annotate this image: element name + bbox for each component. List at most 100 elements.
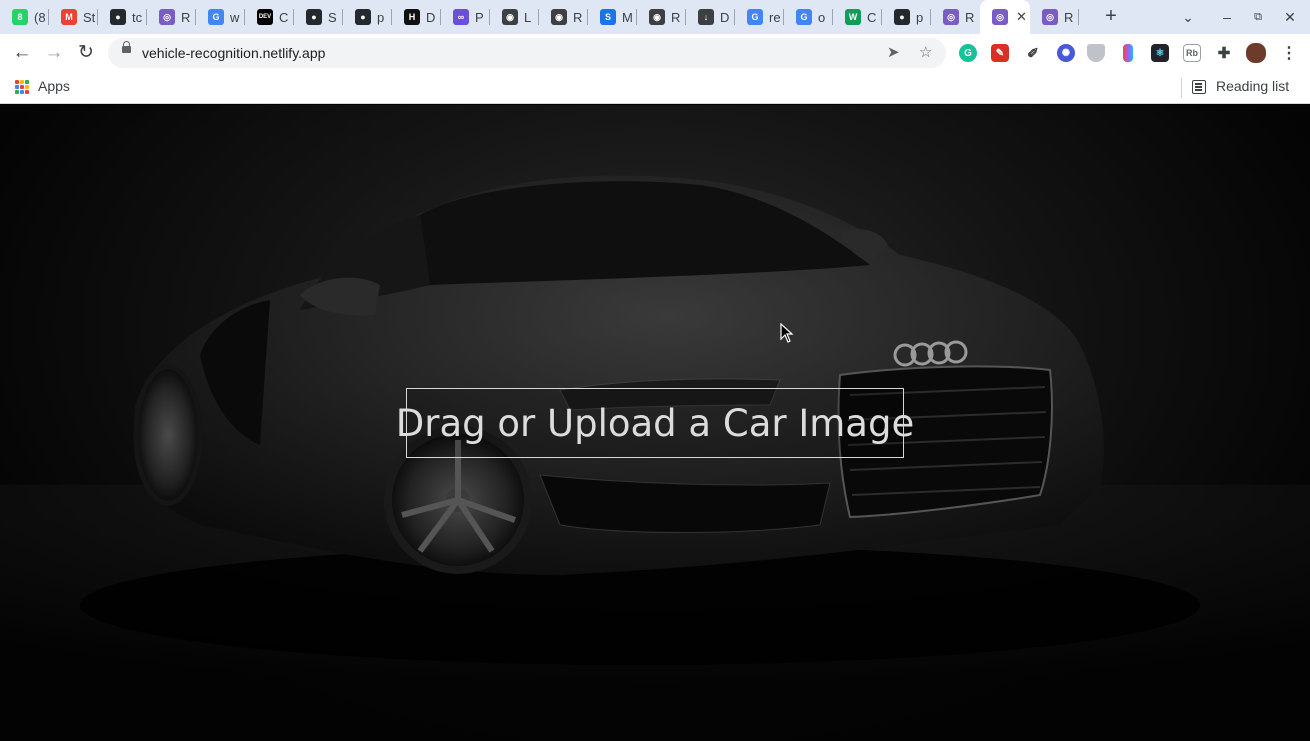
globe-icon: ◉ bbox=[649, 9, 665, 25]
browser-tab[interactable]: M St bbox=[49, 0, 98, 34]
tab-title: L bbox=[524, 9, 532, 25]
upload-label[interactable]: Drag or Upload a Car Image bbox=[396, 402, 914, 445]
browser-tab[interactable]: ◎ R bbox=[931, 0, 980, 34]
figma-icon[interactable] bbox=[1123, 44, 1133, 62]
gmail-icon: M bbox=[61, 9, 77, 25]
apps-bookmark[interactable]: Apps bbox=[38, 78, 70, 94]
tab-title: R bbox=[573, 9, 583, 25]
globe-icon: ◉ bbox=[502, 9, 518, 25]
github-icon: ● bbox=[306, 9, 322, 25]
extension-badge-icon[interactable]: ✺ bbox=[1057, 44, 1075, 62]
tab-title: R bbox=[181, 9, 191, 25]
browser-tab[interactable]: ∞ P bbox=[441, 0, 490, 34]
stripe-icon: S bbox=[600, 9, 616, 25]
browser-tab[interactable]: WC bbox=[833, 0, 882, 34]
page-background: Drag or Upload a Car Image bbox=[0, 105, 1310, 741]
browser-tab[interactable]: DEV C bbox=[245, 0, 294, 34]
tab-list: 8 (8 M St ● tc ◎ R Gw DEV C ● S ● p H D ∞ P ◉ L ◉ R S M ◉ R ↓ D Gre Go… bbox=[0, 0, 1079, 34]
github-icon: ● bbox=[355, 9, 371, 25]
tab-title: tc bbox=[132, 9, 143, 25]
shield-icon[interactable] bbox=[1087, 44, 1105, 62]
browser-tab[interactable]: ◉ R bbox=[637, 0, 686, 34]
browser-tab[interactable]: ◎ R bbox=[1030, 0, 1079, 34]
tab-title: St bbox=[83, 9, 95, 25]
menu-kebab-icon[interactable]: ⋮ bbox=[1280, 44, 1298, 62]
tab-title: R bbox=[1064, 9, 1074, 25]
address-bar[interactable]: vehicle-recognition.netlify.app ➤ ☆ bbox=[108, 38, 946, 68]
lock-icon[interactable] bbox=[122, 41, 131, 53]
send-tab-icon[interactable]: ➤ bbox=[887, 43, 900, 61]
react-app-icon: ◎ bbox=[943, 9, 959, 25]
patreon-icon: ∞ bbox=[453, 9, 469, 25]
upload-dropzone[interactable]: Drag or Upload a Car Image bbox=[396, 388, 914, 458]
react-app-icon: ◎ bbox=[992, 9, 1008, 25]
reload-icon[interactable]: ↻ bbox=[73, 41, 99, 65]
bookmark-star-icon[interactable]: ☆ bbox=[919, 43, 932, 61]
browser-toolbar: ← → ↻ vehicle-recognition.netlify.app ➤ … bbox=[0, 34, 1310, 72]
browser-tab[interactable]: 8 (8 bbox=[0, 0, 49, 34]
tab-title: R bbox=[671, 9, 681, 25]
bookmarks-bar: Apps Reading list bbox=[0, 72, 1310, 104]
tab-search-icon[interactable]: ⌄ bbox=[1180, 0, 1196, 34]
tab-title: D bbox=[426, 9, 436, 25]
apps-grid-icon[interactable] bbox=[15, 80, 29, 94]
browser-tab[interactable]: SM bbox=[588, 0, 637, 34]
grammarly-icon[interactable]: G bbox=[959, 44, 977, 62]
reading-list-icon[interactable] bbox=[1192, 80, 1206, 94]
back-icon[interactable]: ← bbox=[9, 41, 35, 65]
hashnode-icon: H bbox=[404, 9, 420, 25]
new-tab-button[interactable]: + bbox=[1101, 6, 1121, 28]
tab-title: o bbox=[818, 9, 826, 25]
reader-icon[interactable]: Rb bbox=[1183, 44, 1201, 62]
dev-icon: DEV bbox=[257, 9, 273, 25]
tab-title: D bbox=[720, 9, 730, 25]
tab-title: C bbox=[279, 9, 289, 25]
tab-title: w bbox=[230, 9, 240, 25]
browser-tab[interactable]: ◎ R bbox=[147, 0, 196, 34]
tab-title: p bbox=[377, 9, 385, 25]
browser-tab[interactable]: ◉ L bbox=[490, 0, 539, 34]
close-window-icon[interactable]: ✕ bbox=[1283, 0, 1297, 34]
browser-tab[interactable]: ● S bbox=[294, 0, 343, 34]
github-icon: ● bbox=[110, 9, 126, 25]
browser-tab[interactable]: ● tc bbox=[98, 0, 147, 34]
tab-title: M bbox=[622, 9, 633, 25]
tab-title: S bbox=[328, 9, 337, 25]
react-app-icon: ◎ bbox=[159, 9, 175, 25]
whatsapp-icon: 8 bbox=[12, 9, 28, 25]
browser-tab[interactable]: ◉ R bbox=[539, 0, 588, 34]
restore-icon[interactable]: ⧉ bbox=[1251, 0, 1265, 34]
bookmark-separator bbox=[1181, 78, 1182, 98]
url-text[interactable]: vehicle-recognition.netlify.app bbox=[142, 45, 325, 61]
forward-icon[interactable]: → bbox=[41, 41, 67, 65]
browser-tab[interactable]: ● p bbox=[343, 0, 392, 34]
globe-icon: ◉ bbox=[551, 9, 567, 25]
eyedropper-icon[interactable]: ✐ bbox=[1024, 44, 1042, 62]
browser-tab[interactable]: Go bbox=[784, 0, 833, 34]
browser-tab[interactable]: Gw bbox=[196, 0, 245, 34]
tab-title: (8 bbox=[34, 9, 46, 25]
avatar[interactable] bbox=[1246, 43, 1266, 63]
github-icon: ● bbox=[894, 9, 910, 25]
browser-tab[interactable]: HD bbox=[392, 0, 441, 34]
react-app-icon: ◎ bbox=[1042, 9, 1058, 25]
minimize-icon[interactable]: – bbox=[1220, 0, 1234, 34]
google-icon: G bbox=[747, 9, 763, 25]
download-icon: ↓ bbox=[698, 9, 714, 25]
pdf-extension-icon[interactable]: ✎ bbox=[991, 44, 1009, 62]
tab-title: R bbox=[965, 9, 975, 25]
extensions-puzzle-icon[interactable]: ✚ bbox=[1215, 44, 1233, 62]
tab-title: P bbox=[475, 9, 484, 25]
google-icon: G bbox=[796, 9, 812, 25]
browser-tab[interactable]: ◎ ✕ bbox=[980, 0, 1030, 34]
browser-tab[interactable]: ● p bbox=[882, 0, 931, 34]
browser-tab[interactable]: Gre bbox=[735, 0, 784, 34]
google-icon: G bbox=[208, 9, 224, 25]
tab-title: C bbox=[867, 9, 877, 25]
reading-list-button[interactable]: Reading list bbox=[1216, 78, 1289, 94]
react-devtools-icon[interactable]: ⚛ bbox=[1151, 44, 1169, 62]
browser-tab[interactable]: ↓ D bbox=[686, 0, 735, 34]
tab-close-icon[interactable]: ✕ bbox=[1016, 9, 1027, 25]
tab-title: re bbox=[769, 9, 781, 25]
webflow-icon: W bbox=[845, 9, 861, 25]
